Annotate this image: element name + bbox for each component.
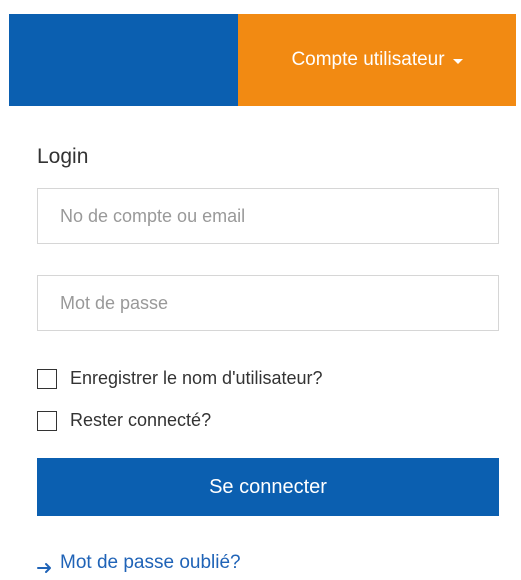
remember-username-label: Enregistrer le nom d'utilisateur? <box>70 368 323 388</box>
remember-username-checkbox[interactable] <box>37 368 57 389</box>
top-navigation-bar: Compte utilisateur <box>9 14 516 106</box>
forgot-password-link[interactable]: Mot de passe oublié? <box>37 552 241 574</box>
login-title: Login <box>37 145 89 168</box>
arrow-right-icon <box>37 558 54 573</box>
stay-connected-label: Rester connecté? <box>70 410 212 430</box>
username-input[interactable] <box>37 188 499 244</box>
account-menu-label: Compte utilisateur <box>291 49 445 70</box>
login-button[interactable]: Se connecter <box>37 458 499 516</box>
stay-connected-checkbox[interactable] <box>37 410 57 431</box>
stay-connected-option[interactable]: Rester connecté? <box>37 410 211 431</box>
account-menu-button[interactable]: Compte utilisateur <box>238 14 516 106</box>
remember-username-option[interactable]: Enregistrer le nom d'utilisateur? <box>37 368 323 389</box>
forgot-password-label: Mot de passe oublié? <box>60 552 241 573</box>
password-input[interactable] <box>37 275 499 331</box>
chevron-down-icon <box>452 58 463 64</box>
